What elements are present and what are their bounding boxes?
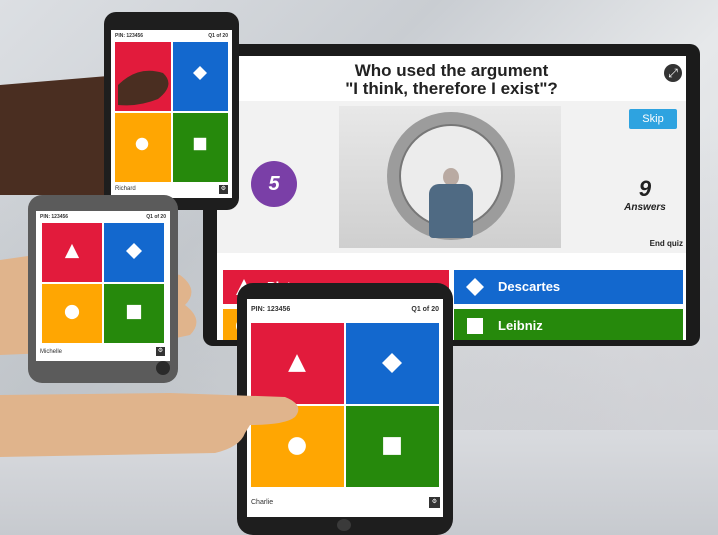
square-icon xyxy=(467,318,483,334)
hand-light-finger xyxy=(0,393,299,457)
question-line-1: Who used the argument xyxy=(354,61,549,80)
question-line-2: "I think, therefore I exist"? xyxy=(345,79,558,98)
skip-button[interactable]: Skip xyxy=(629,109,677,129)
answer-tile-blue[interactable] xyxy=(172,42,228,111)
square-icon xyxy=(383,437,401,455)
answer-option-leibniz[interactable]: Leibniz xyxy=(454,309,683,340)
question-progress: Q1 of 20 xyxy=(146,214,166,220)
question-progress: Q1 of 20 xyxy=(411,306,439,313)
answers-count: 9 xyxy=(638,176,652,201)
diamond-icon xyxy=(466,278,484,296)
diamond-icon xyxy=(126,243,142,259)
question-progress: Q1 of 20 xyxy=(208,33,228,39)
diamond-icon xyxy=(382,353,402,373)
answer-tile-yellow[interactable] xyxy=(115,113,171,182)
diamond-icon xyxy=(192,66,207,80)
player-name: Richard xyxy=(115,186,136,192)
answer-tile-green[interactable] xyxy=(346,406,439,487)
home-button[interactable] xyxy=(156,361,170,375)
answer-tile-red[interactable] xyxy=(42,223,102,282)
answer-tile-green[interactable] xyxy=(172,113,228,182)
settings-icon[interactable]: ⚙ xyxy=(219,185,228,194)
end-quiz-link[interactable]: End quiz xyxy=(629,239,683,248)
triangle-icon xyxy=(64,243,80,259)
answer-tile-blue[interactable] xyxy=(346,323,439,404)
person-body xyxy=(429,184,473,238)
triangle-icon xyxy=(288,354,306,372)
hand-dark-thumb xyxy=(118,70,169,106)
fullscreen-icon[interactable]: ⤢ xyxy=(664,64,682,82)
player-name: Charlie xyxy=(251,499,274,506)
answer-label: Descartes xyxy=(498,279,561,294)
game-pin: PIN: 123456 xyxy=(251,306,291,313)
settings-icon[interactable]: ⚙ xyxy=(429,497,440,508)
circle-icon xyxy=(64,304,80,320)
answer-tile-blue[interactable] xyxy=(104,223,164,282)
settings-icon[interactable]: ⚙ xyxy=(156,347,165,356)
answer-grid xyxy=(42,223,164,343)
question-title: Who used the argument "I think, therefor… xyxy=(217,62,686,98)
answer-tile-yellow[interactable] xyxy=(42,284,102,343)
player-name: Michelle xyxy=(40,349,63,355)
phone-screen: PIN: 123456 Q1 of 20 Michelle ⚙ xyxy=(36,211,170,361)
home-button[interactable] xyxy=(337,519,351,531)
question-image xyxy=(339,106,561,248)
countdown-timer: 5 xyxy=(251,161,297,207)
square-icon xyxy=(126,304,142,320)
answers-label: Answers xyxy=(624,202,666,213)
square-icon xyxy=(193,137,206,151)
phone-michelle: PIN: 123456 Q1 of 20 Michelle ⚙ xyxy=(28,195,178,383)
answer-tile-green[interactable] xyxy=(104,284,164,343)
game-pin: PIN: 123456 xyxy=(40,214,69,220)
answer-label: Leibniz xyxy=(498,318,543,333)
answer-option-descartes[interactable]: Descartes xyxy=(454,270,683,304)
circle-icon xyxy=(135,137,149,151)
game-pin: PIN: 123456 xyxy=(115,33,144,39)
